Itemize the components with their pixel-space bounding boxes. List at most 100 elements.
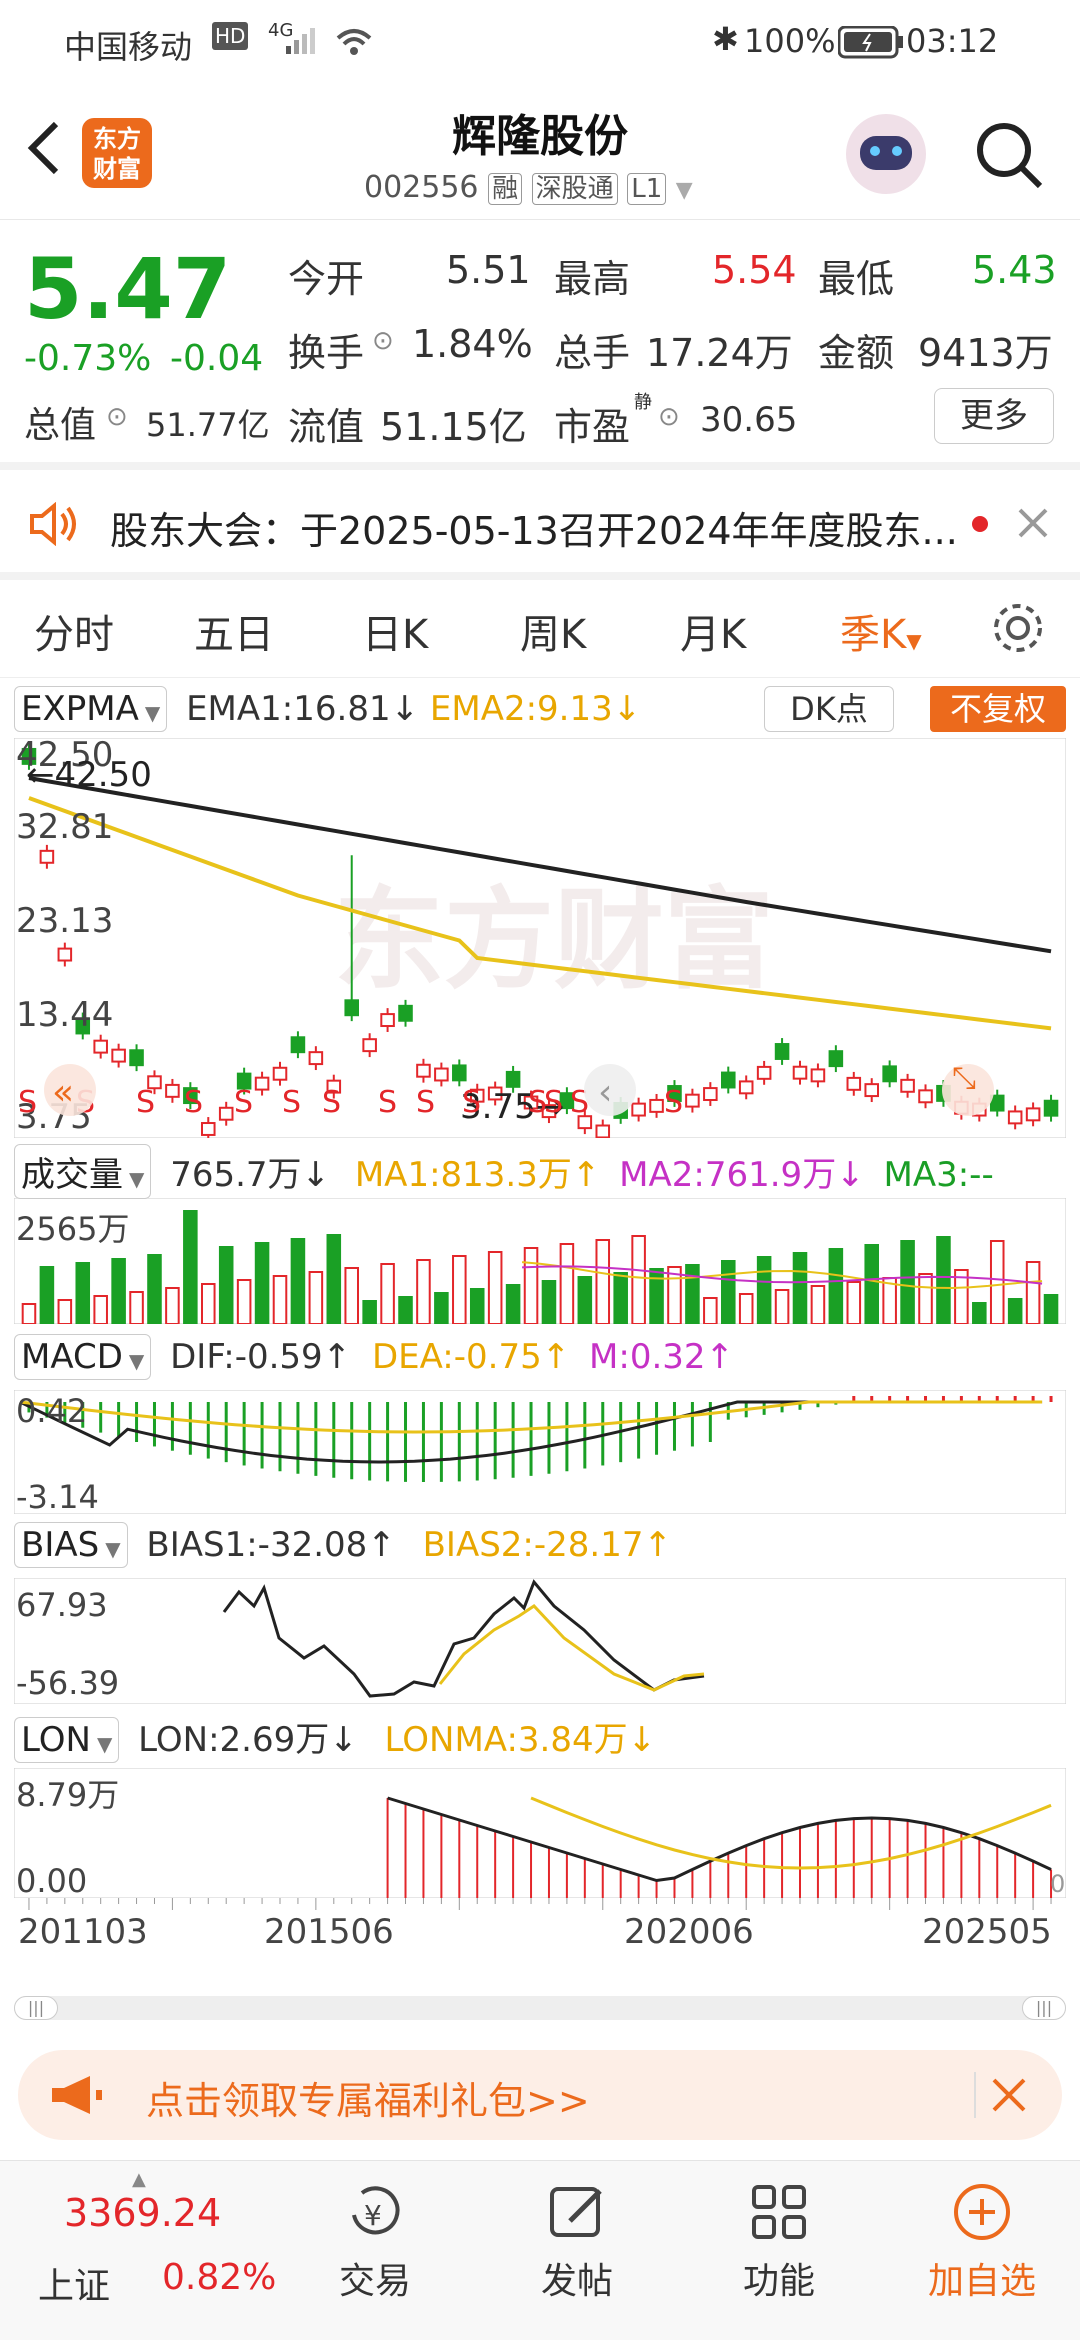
candle-body (201, 1122, 216, 1136)
macd-y-bottom: -3.14 (16, 1478, 99, 1514)
app-logo: 东方 财富 (82, 118, 152, 188)
stock-header: 东方 财富 辉隆股份 002556 融 深股通 L1 ▼ (0, 84, 1080, 220)
close-icon[interactable] (990, 2076, 1028, 2114)
candle-body (290, 1036, 306, 1054)
low-value: 5.43 (972, 248, 1057, 292)
volume-bar (165, 1287, 180, 1324)
candle-body (774, 1043, 790, 1060)
candle-body (254, 1076, 270, 1091)
volume-chart[interactable]: 2565万 (14, 1198, 1066, 1324)
index-value[interactable]: 3369.24 (64, 2191, 221, 2235)
index-change[interactable]: 0.82% (162, 2257, 276, 2298)
more-button[interactable]: 更多 (934, 388, 1054, 444)
volume-bar (613, 1272, 628, 1324)
tab-daily-k[interactable]: 日K (362, 602, 428, 660)
notice-text: 股东大会：于2025-05-13召开2024年年度股东... (110, 509, 958, 553)
expma-selector[interactable]: EXPMA ▼ (14, 686, 168, 732)
lon-selector[interactable]: LON ▼ (14, 1717, 120, 1763)
bias-y-bottom: -56.39 (16, 1664, 119, 1702)
candle-body (452, 1064, 467, 1082)
promo-banner[interactable]: 点击领取专属福利礼包>> (18, 2050, 1062, 2140)
level-badge[interactable]: L1 (627, 173, 667, 205)
macd-selector[interactable]: MACD ▼ (14, 1334, 152, 1380)
volume-bar (487, 1251, 503, 1324)
megaphone-icon (52, 2076, 102, 2114)
volume-bar (1043, 1294, 1059, 1324)
candle-body (756, 1065, 772, 1080)
nav-functions[interactable]: 功能 (724, 2181, 834, 2304)
scroll-handle-left[interactable]: ||| (14, 1996, 58, 2020)
bias-chart[interactable]: 67.93 -56.39 (14, 1578, 1066, 1704)
volume-bar (756, 1256, 772, 1324)
candle-body (93, 1039, 108, 1054)
bias-y-top: 67.93 (16, 1586, 108, 1624)
info-icon[interactable]: ⊙ (658, 402, 680, 432)
volume-selector[interactable]: 成交量 ▼ (14, 1144, 152, 1199)
volume-bar (183, 1210, 198, 1324)
caret-up-icon: ▲ (132, 2169, 146, 2190)
settings-gear-icon[interactable] (990, 600, 1046, 656)
macd-chart[interactable]: 0.42 -3.14 (14, 1390, 1066, 1514)
close-icon[interactable] (1016, 506, 1050, 540)
candle-body (882, 1065, 897, 1083)
lonma-line (530, 1796, 1052, 1870)
volume-bar (111, 1258, 126, 1324)
tab-monthly-k[interactable]: 月K (680, 602, 746, 660)
volume-bar (505, 1284, 521, 1324)
ma2-value: MA2:761.9万↓ (619, 1155, 865, 1195)
x-label-2: 201506 (264, 1912, 394, 1952)
scroll-handle-right[interactable]: ||| (1022, 1996, 1066, 2020)
dif-value: DIF:-0.59↑ (170, 1337, 352, 1377)
volume-bar (989, 1240, 1005, 1324)
lon-bars (386, 1798, 1053, 1898)
bias-label: BIAS (21, 1525, 100, 1565)
index-name[interactable]: 上证 (38, 2257, 110, 2309)
stock-code-row: 002556 融 深股通 L1 ▼ (364, 168, 693, 205)
nav-trade[interactable]: ¥ 交易 (320, 2181, 430, 2304)
timeline-scrollbar[interactable]: ||| ||| (14, 1996, 1066, 2020)
grid-icon (752, 2185, 806, 2239)
dk-point-button[interactable]: DK点 (764, 686, 894, 732)
tab-weekly-k[interactable]: 周K (520, 602, 586, 660)
change-pct: -0.73% (24, 338, 152, 379)
volume-bar (75, 1262, 91, 1324)
candlestick-chart[interactable]: 东方财富 42.50 32.81 23.13 13.44 3.75 ←42.50… (14, 738, 1066, 1138)
tab-quarterly-k[interactable]: 季K▼ (840, 602, 922, 660)
tab-five-day[interactable]: 五日 (194, 602, 274, 660)
clock: 03:12 (906, 22, 999, 60)
amount-label: 金额 (818, 331, 895, 375)
volume-bar (39, 1266, 55, 1324)
battery-percent: 100% (744, 22, 836, 60)
divider (0, 572, 1080, 580)
candle-body (595, 1124, 611, 1138)
volume-bar (703, 1297, 718, 1324)
candle-body (1025, 1107, 1041, 1122)
search-icon[interactable] (974, 120, 1046, 192)
volume-bar (541, 1280, 557, 1324)
candle-body (434, 1067, 449, 1082)
back-arrow-icon[interactable] (24, 120, 64, 176)
ema2-value: EMA2:9.13↓ (429, 689, 642, 729)
robot-avatar-icon[interactable] (846, 114, 926, 194)
lon-chart[interactable]: 8.79万 0.00 0 (14, 1768, 1066, 1898)
chevron-down-icon[interactable]: ▼ (676, 178, 693, 203)
sell-signal-mark: S (18, 1085, 37, 1120)
info-icon[interactable]: ⊙ (372, 326, 394, 356)
volume-bar (972, 1302, 987, 1324)
volume-label: 成交量 (21, 1155, 123, 1195)
adjust-mode-button[interactable]: 不复权 (930, 686, 1066, 732)
tab-intraday[interactable]: 分时 (34, 602, 114, 660)
lon-label: LON (21, 1720, 91, 1760)
sell-signal-mark: S (136, 1085, 155, 1120)
lon-line (387, 1796, 1052, 1883)
float-label: 流值 (288, 405, 365, 449)
volume-bar (828, 1248, 844, 1324)
sell-signal-mark: S (462, 1085, 481, 1120)
bias-selector[interactable]: BIAS ▼ (14, 1522, 128, 1568)
volume-bar (864, 1244, 880, 1324)
notice-bar[interactable]: 股东大会：于2025-05-13召开2024年年度股东... (0, 470, 1080, 574)
open-value: 5.51 (446, 248, 531, 292)
info-icon[interactable]: ⊙ (106, 402, 128, 432)
nav-add-watchlist[interactable]: 加自选 (912, 2181, 1052, 2304)
nav-post[interactable]: 发帖 (522, 2181, 632, 2304)
